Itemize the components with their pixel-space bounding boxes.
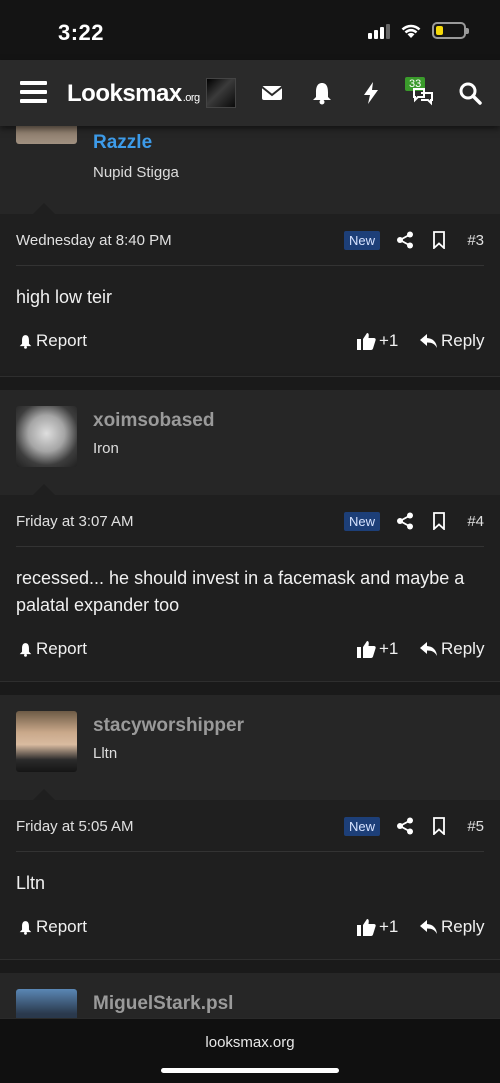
thumbs-up-icon (357, 641, 376, 658)
wifi-icon (401, 24, 421, 38)
new-badge: New (343, 817, 380, 836)
username[interactable]: Razzle (93, 132, 152, 154)
thumbs-up-icon (357, 919, 376, 936)
post-number[interactable]: #5 (467, 818, 484, 835)
bookmark-icon[interactable] (432, 231, 446, 249)
user-avatar[interactable] (206, 78, 236, 108)
conversations-icon[interactable] (410, 80, 436, 106)
menu-icon[interactable] (20, 81, 47, 103)
share-icon[interactable] (396, 231, 414, 249)
bell-icon (19, 642, 32, 657)
post: MiguelStark.psl (0, 973, 500, 1018)
post-date[interactable]: Friday at 5:05 AM (16, 818, 134, 835)
reply-button[interactable]: Reply (420, 639, 484, 659)
share-icon[interactable] (396, 817, 414, 835)
browser-bar: looksmax.org (0, 1018, 500, 1083)
reply-icon (420, 919, 437, 934)
post: xoimsobased Iron Friday at 3:07 AM New #… (0, 390, 500, 681)
thread-content: Razzle Nupid Stigga Wednesday at 8:40 PM… (0, 126, 500, 1018)
reply-icon (420, 641, 437, 656)
bookmark-icon[interactable] (432, 817, 446, 835)
share-icon[interactable] (396, 512, 414, 530)
post-number[interactable]: #3 (467, 232, 484, 249)
like-button[interactable]: +1 (357, 917, 398, 937)
status-bar: 3:22 (0, 0, 500, 60)
thumbs-up-icon (357, 333, 376, 350)
site-logo[interactable]: Looksmax.org (67, 80, 200, 108)
bell-icon[interactable] (309, 80, 335, 106)
user-title: Nupid Stigga (93, 164, 179, 181)
post-message: Lltn (16, 873, 46, 893)
home-indicator[interactable] (161, 1068, 339, 1073)
status-time: 3:22 (58, 20, 105, 45)
search-icon[interactable] (457, 80, 483, 106)
reply-button[interactable]: Reply (420, 331, 484, 351)
status-icons (368, 22, 469, 39)
avatar[interactable] (16, 711, 77, 772)
url-field[interactable]: looksmax.org (0, 1034, 500, 1051)
username[interactable]: xoimsobased (93, 410, 214, 432)
report-button[interactable]: Report (18, 917, 87, 937)
post-number[interactable]: #4 (467, 513, 484, 530)
avatar[interactable] (16, 126, 77, 144)
bell-icon (19, 920, 32, 935)
inbox-icon[interactable] (259, 80, 285, 106)
post: stacyworshipper Lltn Friday at 5:05 AM N… (0, 695, 500, 959)
reply-icon (420, 333, 437, 348)
username[interactable]: stacyworshipper (93, 715, 244, 737)
username[interactable]: MiguelStark.psl (93, 993, 233, 1015)
post-message: recessed... he should invest in a facema… (16, 568, 465, 615)
post-date[interactable]: Friday at 3:07 AM (16, 513, 134, 530)
avatar[interactable] (16, 989, 77, 1018)
new-badge: New (343, 512, 380, 531)
lightning-icon[interactable] (358, 80, 384, 106)
avatar[interactable] (16, 406, 77, 467)
signal-icon (368, 23, 390, 39)
report-button[interactable]: Report (18, 639, 87, 659)
post-date[interactable]: Wednesday at 8:40 PM (16, 232, 172, 249)
user-title: Lltn (93, 745, 118, 762)
reply-button[interactable]: Reply (420, 917, 484, 937)
user-title: Iron (93, 440, 119, 457)
top-nav: Looksmax.org 33 (0, 60, 500, 126)
like-button[interactable]: +1 (357, 639, 398, 659)
battery-icon (432, 22, 469, 39)
report-button[interactable]: Report (18, 331, 87, 351)
new-badge: New (343, 231, 380, 250)
post-message: high low teir (16, 287, 113, 307)
bookmark-icon[interactable] (432, 512, 446, 530)
post: Razzle Nupid Stigga Wednesday at 8:40 PM… (0, 126, 500, 373)
bell-icon (19, 334, 32, 349)
like-button[interactable]: +1 (357, 331, 398, 351)
